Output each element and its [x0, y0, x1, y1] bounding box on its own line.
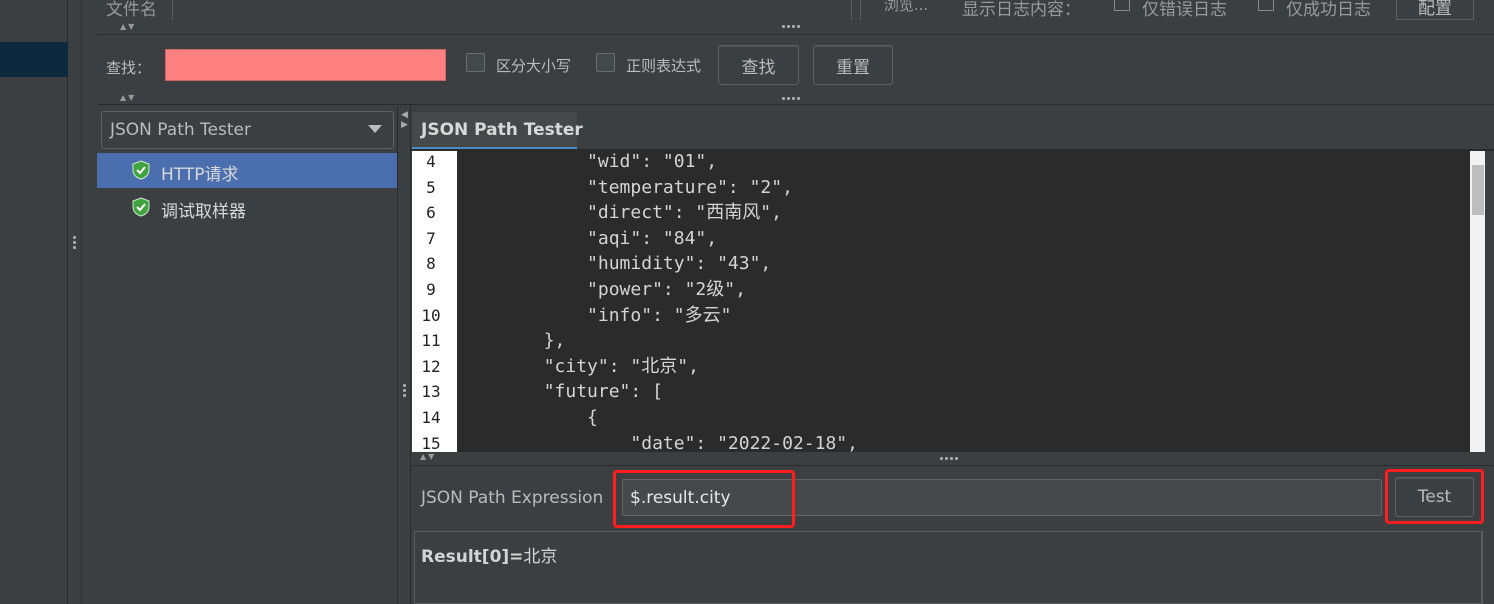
test-highlight-box — [1385, 469, 1484, 524]
success-only-label: 仅成功日志 — [1286, 0, 1371, 20]
splitter-handle-icon[interactable] — [782, 25, 800, 28]
result-prefix: Result[0]= — [421, 547, 524, 567]
drag-handle-icon[interactable] — [402, 384, 406, 397]
code-line: { — [457, 407, 598, 428]
collapse-arrows-icon[interactable]: ◀ ▶ — [401, 110, 408, 130]
left-strip-selected-item[interactable] — [0, 42, 68, 77]
result-scrollbar[interactable] — [1482, 531, 1494, 604]
line-number: 7 — [426, 228, 436, 248]
chevron-down-icon[interactable] — [368, 125, 382, 133]
code-line: "aqi": "84", — [457, 227, 718, 249]
tree-divider[interactable]: ◀ ▶ — [398, 106, 411, 604]
line-number: 10 — [421, 305, 441, 325]
reset-button[interactable]: 重置 — [813, 45, 893, 85]
success-shield-icon — [132, 160, 150, 180]
find-button[interactable]: 查找 — [718, 45, 799, 85]
search-input[interactable] — [165, 49, 446, 81]
expression-highlight-box — [613, 470, 795, 528]
result-value: 北京 — [523, 547, 558, 567]
success-shield-icon — [132, 197, 150, 217]
left-navigation-strip — [0, 0, 68, 604]
code-line: }, — [457, 330, 566, 352]
log-content-label: 显示日志内容： — [962, 0, 1081, 20]
collapse-arrows-icon[interactable]: ▲▼ — [420, 452, 436, 461]
line-number: 4 — [426, 152, 436, 171]
left-panel-divider[interactable] — [68, 0, 82, 604]
splitter-line — [411, 465, 1494, 466]
tree-item-debug-sampler[interactable]: 调试取样器 — [97, 190, 397, 225]
line-number: 6 — [426, 203, 436, 223]
result-output: Result[0]=北京 — [421, 542, 557, 567]
tree-item-http-request[interactable]: HTTP请求 — [97, 153, 397, 188]
tab-label: JSON Path Tester — [421, 120, 583, 140]
tree-item-label: HTTP请求 — [161, 165, 239, 185]
collapse-arrows-icon[interactable]: ▲▼ — [120, 22, 136, 31]
errors-only-checkbox[interactable] — [1114, 0, 1130, 11]
line-number-gutter: 4 5 6 7 8 9 10 11 12 13 14 15 — [412, 151, 457, 452]
file-name-label: 文件名 — [106, 0, 157, 20]
result-textarea[interactable] — [414, 531, 1482, 604]
splitter-line — [98, 104, 1494, 105]
config-button[interactable]: 配置 — [1396, 0, 1474, 20]
code-line: "city": "北京", — [457, 355, 699, 377]
drag-handle-icon[interactable] — [72, 236, 76, 249]
code-line: "future": [ — [457, 381, 663, 403]
case-sensitive-label: 区分大小写 — [496, 57, 572, 75]
line-number: 13 — [421, 382, 441, 402]
splitter-handle-icon[interactable] — [940, 457, 958, 460]
case-sensitive-checkbox[interactable] — [466, 53, 485, 72]
splitter-handle-icon[interactable] — [782, 97, 800, 100]
code-line: "humidity": "43", — [457, 253, 772, 275]
errors-only-label: 仅错误日志 — [1142, 0, 1227, 20]
code-line: "info": "多云" — [457, 304, 732, 326]
splitter-line — [98, 34, 1494, 35]
tree-item-label: 调试取样器 — [161, 202, 246, 222]
line-number: 14 — [421, 408, 441, 427]
line-number: 11 — [421, 331, 441, 351]
regex-label: 正则表达式 — [626, 57, 702, 75]
code-line: "wid": "01", — [457, 151, 718, 172]
regex-checkbox[interactable] — [596, 53, 615, 72]
line-number: 12 — [421, 356, 441, 376]
collapse-arrows-icon[interactable]: ▲▼ — [120, 93, 136, 102]
code-line: "temperature": "2", — [457, 176, 793, 198]
top-separator — [860, 0, 861, 20]
code-line: "direct": "西南风", — [457, 202, 782, 224]
browse-button[interactable]: 浏览... — [866, 0, 946, 20]
line-number: 15 — [421, 433, 441, 452]
success-only-checkbox[interactable] — [1258, 0, 1274, 11]
renderer-select-value: JSON Path Tester — [110, 120, 251, 140]
file-name-field[interactable] — [172, 0, 852, 20]
line-number: 9 — [426, 280, 436, 299]
code-line: "power": "2级", — [457, 279, 746, 300]
search-label: 查找： — [106, 59, 152, 77]
code-line: "date": "2022-02-18", — [457, 432, 858, 454]
json-path-expression-label: JSON Path Expression — [421, 488, 604, 508]
editor-scroll-thumb[interactable] — [1472, 165, 1484, 215]
line-number: 8 — [426, 254, 436, 274]
line-number: 5 — [426, 177, 436, 197]
